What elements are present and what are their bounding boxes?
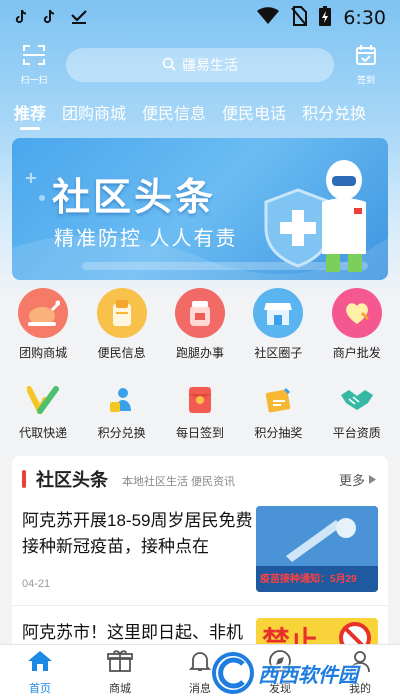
download-done-icon xyxy=(70,9,88,28)
calendar-check-icon xyxy=(355,44,377,71)
v-check-icon xyxy=(23,380,63,420)
red-envelope-icon xyxy=(180,380,220,420)
scan-icon xyxy=(22,44,46,71)
grid-item-label: 每日签到 xyxy=(175,426,224,440)
wifi-icon xyxy=(257,6,280,30)
bell-icon xyxy=(188,649,212,678)
heart-pin-icon xyxy=(331,288,382,338)
exchange-person-icon xyxy=(102,380,142,420)
tab-recommend[interactable]: 推荐 xyxy=(14,100,46,130)
checkin-label: 签到 xyxy=(356,75,375,85)
article-title: 阿克苏市！这里即日起、非机 xyxy=(22,623,243,642)
grid-item-info[interactable]: 便民信息 xyxy=(85,288,159,361)
headlines-title: 社区头条 xyxy=(36,470,108,490)
home-icon xyxy=(27,649,53,678)
grid-item-group-buy[interactable]: 团购商城 xyxy=(6,288,80,361)
bread-icon xyxy=(96,288,147,338)
scan-label: 扫一扫 xyxy=(20,75,48,85)
banner-subtitle: 精准防控 人人有责 xyxy=(54,228,238,250)
article-item[interactable]: 阿克苏开展18-59周岁居民免费接种新冠疫苗，接种点在 04-21 疫苗接种通知… xyxy=(12,502,388,606)
article-thumbnail: 疫苗接种通知：5月29 xyxy=(256,506,378,592)
thumb-caption: 疫苗接种通知：5月29 xyxy=(260,574,357,585)
search-icon xyxy=(162,57,176,74)
top-header: 扫一扫 疆易生活 签到 xyxy=(0,42,400,88)
jar-icon xyxy=(174,288,225,338)
grid-item-daily-checkin[interactable]: 每日签到 xyxy=(163,380,237,441)
tab-info[interactable]: 便民信息 xyxy=(142,100,206,130)
nav-label: 消息 xyxy=(189,683,211,695)
nav-mall[interactable]: 商城 xyxy=(85,649,155,696)
triangle-right-icon xyxy=(369,472,376,487)
tab-group-buy[interactable]: 团购商城 xyxy=(62,100,126,130)
promo-banner[interactable]: 社区头条 精准防控 人人有责 xyxy=(12,138,388,280)
search-placeholder: 疆易生活 xyxy=(182,57,238,73)
grid-item-label: 积分抽奖 xyxy=(254,426,303,440)
roast-chicken-icon xyxy=(18,288,69,338)
grid-item-label: 便民信息 xyxy=(97,346,146,360)
headlines-subtitle: 本地社区生活 便民资讯 xyxy=(122,475,236,488)
tiktok-icon xyxy=(42,9,56,28)
grid-item-label: 积分兑换 xyxy=(97,426,146,440)
headlines-header: 社区头条 本地社区生活 便民资讯 更多 xyxy=(12,456,388,502)
headline-accent-bar xyxy=(22,470,26,488)
grid-item-label: 平台资质 xyxy=(332,426,381,440)
grid-item-errand[interactable]: 跑腿办事 xyxy=(163,288,237,361)
grid-item-label: 代取快递 xyxy=(19,426,68,440)
lottery-ticket-icon xyxy=(258,380,298,420)
battery-charging-icon xyxy=(319,5,332,31)
service-grid-secondary: 代取快递 积分兑换 每日签到 积分抽奖 平台资质 xyxy=(0,380,400,441)
grid-item-label: 跑腿办事 xyxy=(175,346,224,360)
grid-item-label: 团购商城 xyxy=(19,346,68,360)
no-sim-icon xyxy=(291,5,308,31)
nav-label: 首页 xyxy=(29,683,51,695)
tab-points[interactable]: 积分兑换 xyxy=(302,100,366,130)
service-grid-primary: 团购商城 便民信息 跑腿办事 社区圈子 商户批发 xyxy=(0,288,400,361)
article-date: 04-21 xyxy=(22,578,51,590)
gift-icon xyxy=(107,649,133,678)
status-time: 6:30 xyxy=(343,7,386,29)
grid-item-circle[interactable]: 社区圈子 xyxy=(241,288,315,361)
nav-label: 商城 xyxy=(109,683,131,695)
status-bar: 6:30 xyxy=(0,0,400,36)
banner-title: 社区头条 xyxy=(52,177,217,219)
grid-item-lottery[interactable]: 积分抽奖 xyxy=(241,380,315,441)
medical-worker-illustration xyxy=(264,160,366,272)
nav-home[interactable]: 首页 xyxy=(5,649,75,696)
grid-item-points-exchange[interactable]: 积分兑换 xyxy=(85,380,159,441)
handshake-icon xyxy=(337,380,377,420)
grid-item-label: 商户批发 xyxy=(332,346,381,360)
grid-item-qualification[interactable]: 平台资质 xyxy=(320,380,394,441)
grid-item-express[interactable]: 代取快递 xyxy=(6,380,80,441)
more-link[interactable]: 更多 xyxy=(339,470,376,489)
scan-button[interactable]: 扫一扫 xyxy=(14,44,54,86)
watermark-logo xyxy=(212,652,254,694)
checkin-button[interactable]: 签到 xyxy=(346,44,386,86)
grid-item-wholesale[interactable]: 商户批发 xyxy=(320,288,394,361)
tab-phone[interactable]: 便民电话 xyxy=(222,100,286,130)
store-icon xyxy=(253,288,304,338)
grid-item-label: 社区圈子 xyxy=(254,346,303,360)
more-label: 更多 xyxy=(338,472,365,488)
category-tabs: 推荐 团购商城 便民信息 便民电话 积分兑换 xyxy=(14,100,366,130)
search-input[interactable]: 疆易生活 xyxy=(66,48,334,82)
site-watermark: 西西软件园 xyxy=(210,650,400,696)
tiktok-icon xyxy=(14,9,28,28)
article-title: 阿克苏开展18-59周岁居民免费接种新冠疫苗，接种点在 xyxy=(22,511,253,556)
watermark-text: 西西软件园 xyxy=(258,664,358,687)
